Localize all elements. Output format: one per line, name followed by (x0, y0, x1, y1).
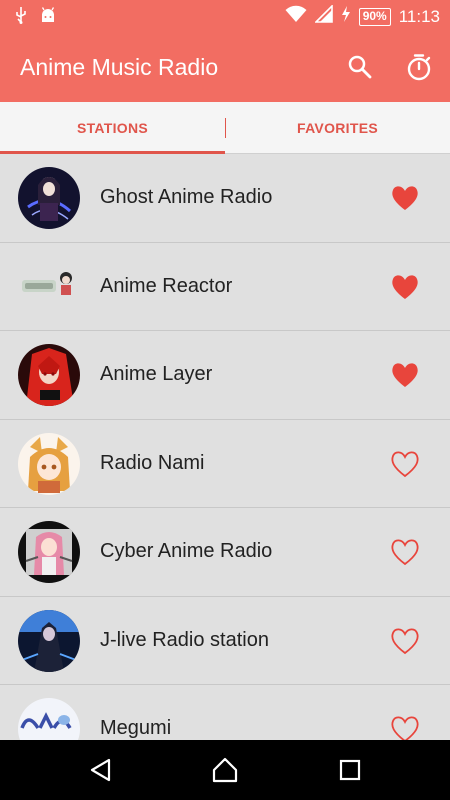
status-bar: 90% 11:13 (0, 0, 450, 32)
station-list[interactable]: Ghost Anime Radio Anime Reactor Anime La… (0, 154, 450, 740)
station-name: Anime Layer (100, 363, 213, 385)
back-icon (90, 758, 111, 782)
station-avatar (18, 167, 80, 229)
usb-icon (14, 6, 28, 29)
heart-outline-icon (391, 627, 419, 654)
home-icon (212, 757, 238, 783)
heart-outline-icon (391, 539, 419, 566)
favorite-toggle[interactable] (389, 182, 421, 214)
recent-apps-icon (339, 759, 361, 781)
battery-indicator: 90% (358, 7, 391, 26)
app-bar: Anime Music Radio (0, 32, 450, 102)
favorite-toggle[interactable] (389, 536, 421, 568)
tab-bar: STATIONS FAVORITES (0, 102, 450, 154)
station-avatar (18, 521, 80, 583)
recent-apps-button[interactable] (335, 755, 365, 785)
favorite-toggle[interactable] (389, 713, 421, 740)
station-row[interactable]: Anime Layer (0, 331, 450, 420)
station-avatar (18, 698, 80, 740)
signal-icon (313, 4, 333, 28)
back-button[interactable] (86, 755, 116, 785)
station-avatar (18, 432, 80, 495)
sleep-timer-button[interactable] (404, 52, 434, 82)
system-nav-bar (0, 740, 450, 800)
station-row[interactable]: Cyber Anime Radio (0, 508, 450, 597)
station-row[interactable]: Ghost Anime Radio (0, 154, 450, 243)
heart-filled-icon (392, 274, 418, 299)
station-name: Megumi (100, 717, 172, 739)
station-row[interactable]: Megumi (0, 685, 450, 740)
station-name: J-live Radio station (100, 628, 269, 651)
tab-stations[interactable]: STATIONS (0, 102, 225, 154)
favorite-toggle[interactable] (389, 448, 421, 480)
charging-icon (341, 5, 351, 28)
heart-outline-icon (391, 716, 419, 740)
station-name: Anime Reactor (100, 274, 233, 297)
heart-outline-icon (391, 450, 419, 477)
heart-filled-icon (392, 186, 418, 210)
app-title: Anime Music Radio (20, 54, 219, 80)
heart-filled-icon (392, 363, 418, 387)
wifi-icon (285, 5, 307, 28)
timer-icon (407, 54, 431, 81)
favorite-toggle[interactable] (389, 359, 421, 391)
search-button[interactable] (345, 52, 375, 82)
home-button[interactable] (210, 755, 240, 785)
tab-favorites[interactable]: FAVORITES (225, 102, 450, 154)
station-avatar (18, 255, 80, 318)
station-name: Cyber Anime Radio (100, 540, 273, 562)
android-icon (40, 6, 56, 29)
station-row[interactable]: Radio Nami (0, 419, 450, 508)
station-avatar (18, 609, 80, 672)
station-name: Ghost Anime Radio (100, 186, 273, 208)
clock: 11:13 (398, 6, 440, 26)
station-name: Radio Nami (100, 451, 205, 474)
station-row[interactable]: J-live Radio station (0, 596, 450, 685)
favorite-toggle[interactable] (389, 625, 421, 657)
search-icon (348, 55, 372, 79)
favorite-toggle[interactable] (389, 271, 421, 303)
station-avatar (18, 344, 80, 406)
station-row[interactable]: Anime Reactor (0, 242, 450, 331)
